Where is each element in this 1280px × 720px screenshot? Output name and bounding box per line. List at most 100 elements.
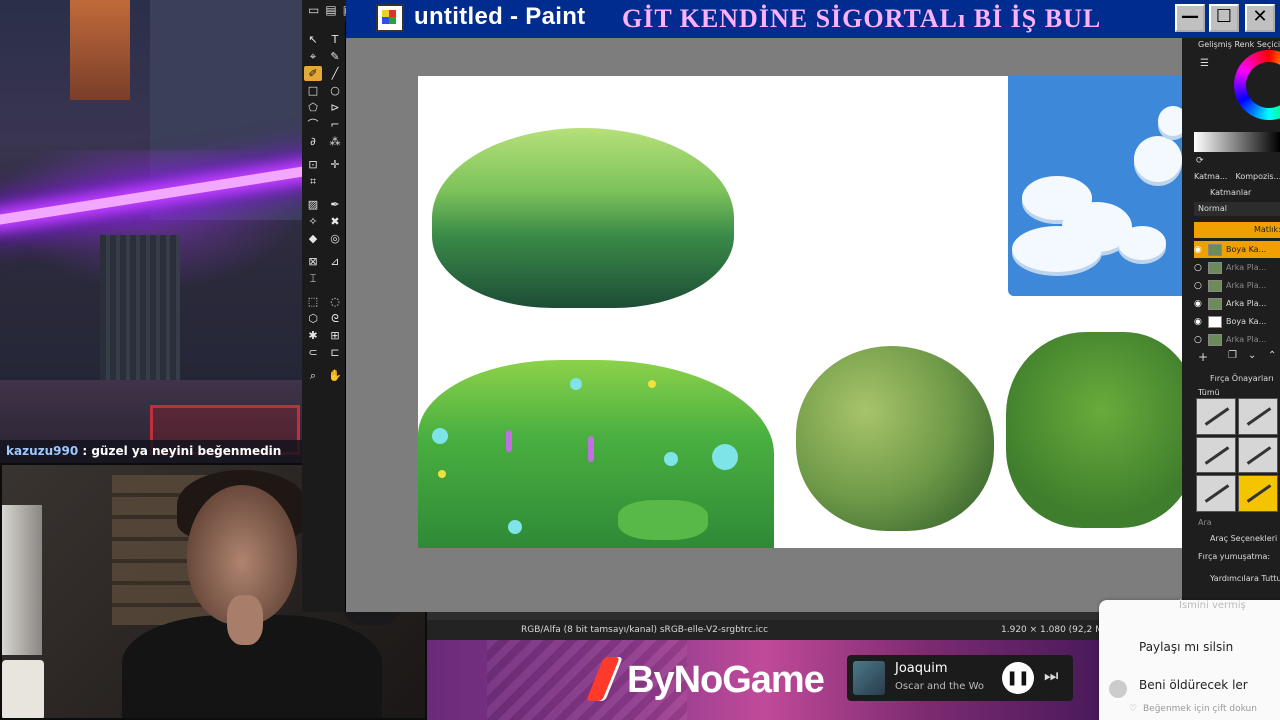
paint-app-icon (376, 4, 404, 32)
scroll-strip[interactable] (427, 612, 1182, 620)
text-tool-icon[interactable]: T (326, 32, 344, 47)
ellipse-tool-icon[interactable]: ○ (326, 83, 344, 98)
layer-row[interactable]: ○ Arka Pla... (1194, 331, 1280, 348)
similar-select-icon[interactable]: ⊞ (326, 328, 344, 343)
brush-tool-icon[interactable]: ✐ (304, 66, 322, 81)
shutter (100, 235, 180, 385)
popup-item-1[interactable]: Paylaşı mı silsin (1139, 640, 1233, 654)
popup-item-2[interactable]: Beni öldürecek ler (1139, 678, 1248, 692)
layer-thumbnail (1208, 315, 1222, 328)
calligraphy-icon[interactable]: ✎ (326, 49, 344, 64)
smart-patch-icon[interactable]: ✖ (326, 214, 344, 229)
brush-search[interactable]: Ara (1198, 518, 1212, 527)
layer-row[interactable]: ◉ Boya Ka... (1194, 313, 1280, 330)
rect-select-icon[interactable]: ⬚ (304, 294, 322, 309)
rectangle-tool-icon[interactable]: □ (304, 83, 322, 98)
contiguous-select-icon[interactable]: ✱ (304, 328, 322, 343)
minimize-button[interactable]: — (1175, 4, 1205, 32)
next-track-icon[interactable]: ⏭ (1044, 666, 1058, 686)
tab-layers[interactable]: Katma... (1194, 172, 1227, 186)
dynamic-brush-icon[interactable]: ∂ (304, 134, 322, 149)
open-folder-icon[interactable]: ▤ (325, 3, 336, 19)
assistant-icon[interactable]: ⊠ (304, 254, 322, 269)
polyline-tool-icon[interactable]: ⊳ (326, 100, 344, 115)
line-tool-icon[interactable]: ╱ (326, 66, 344, 81)
freehand-select-icon[interactable]: ᘓ (326, 311, 344, 326)
freehand-path-icon[interactable]: ⌐ (326, 117, 344, 132)
eye-icon[interactable]: ◉ (1194, 299, 1204, 309)
move-down-icon[interactable]: ⌄ (1248, 350, 1256, 361)
layer-name: Arka Pla... (1226, 263, 1267, 272)
brush-preset[interactable] (1238, 398, 1278, 435)
enclose-fill-icon[interactable]: ◎ (326, 231, 344, 246)
bezier-tool-icon[interactable]: ⌒ (304, 117, 322, 132)
value-slider[interactable] (1194, 132, 1280, 152)
status-bar: RGB/Alfa (8 bit tamsayı/kanal) sRGB-elle… (427, 620, 1182, 640)
webcam-window-light (2, 505, 42, 655)
eye-icon[interactable]: ○ (1194, 263, 1204, 273)
eye-icon[interactable]: ◉ (1194, 317, 1204, 327)
add-layer-icon[interactable]: + (1198, 350, 1208, 364)
multibrush-icon[interactable]: ⁂ (326, 134, 344, 149)
song-artist: Oscar and the Wo (895, 681, 984, 692)
context-popup: İsmini vermiş Paylaşı mı silsin Beni öld… (1099, 600, 1280, 720)
color-wheel[interactable] (1234, 50, 1280, 120)
screen: kazuzu990 : güzel ya neyini beğenmedin ↖… (0, 0, 1280, 720)
drawing-canvas[interactable] (418, 76, 1182, 548)
duplicate-layer-icon[interactable]: ❐ (1228, 350, 1237, 361)
blend-mode-select[interactable]: Normal (1194, 202, 1280, 216)
brush-preset[interactable] (1238, 436, 1278, 474)
brush-preset-selected[interactable] (1238, 475, 1278, 512)
color-picker-icon[interactable]: ✒ (326, 197, 344, 212)
pan-icon[interactable]: ✋ (326, 368, 344, 383)
pause-icon[interactable]: ❚❚ (1002, 662, 1034, 694)
chat-username: kazuzu990 (6, 444, 79, 458)
move-icon[interactable]: ✛ (326, 157, 344, 172)
crop-icon[interactable]: ⌗ (304, 174, 322, 189)
opacity-slider[interactable]: Matlık: 100 (1194, 222, 1280, 238)
blank-tool-2 (326, 271, 344, 286)
tab-compositions[interactable]: Kompozis... (1235, 172, 1280, 186)
polygon-select-icon[interactable]: ⬡ (304, 311, 322, 326)
sky-painting (1008, 76, 1182, 296)
move-up-icon[interactable]: ⌃ (1268, 350, 1276, 361)
eye-icon[interactable]: ◉ (1194, 245, 1204, 255)
layer-row[interactable]: ◉ Boya Ka... (1194, 241, 1280, 258)
bezier-select-icon[interactable]: ⊂ (304, 345, 322, 360)
measure-icon[interactable]: ⊿ (326, 254, 344, 269)
select-icon[interactable]: ↖ (304, 32, 322, 47)
canvas-workspace[interactable] (346, 38, 1182, 612)
brush-preset[interactable] (1196, 436, 1236, 474)
lit-window (70, 0, 130, 100)
fill-icon[interactable]: ◆ (304, 231, 322, 246)
bynogame-logo: ByNoGame (585, 654, 825, 706)
brush-preset[interactable] (1196, 398, 1236, 435)
close-button[interactable]: ✕ (1245, 4, 1275, 32)
color-format: RGB/Alfa (8 bit tamsayı/kanal) sRGB-elle… (521, 625, 769, 635)
bynogame-logo-text: ByNoGame (627, 658, 825, 701)
gradient-icon[interactable]: ▨ (304, 197, 322, 212)
reference-icon[interactable]: ⌶ (304, 271, 322, 286)
cloud (1158, 106, 1182, 136)
refresh-icon[interactable]: ⟳ (1196, 156, 1204, 166)
layer-row[interactable]: ◉ Arka Pla... (1194, 295, 1280, 312)
edit-shapes-icon[interactable]: ⌖ (304, 49, 322, 64)
zoom-icon[interactable]: ⌕ (304, 368, 322, 383)
layer-row[interactable]: ○ Arka Pla... (1194, 277, 1280, 294)
menu-icon[interactable]: ☰ (1200, 58, 1209, 69)
eye-icon[interactable]: ○ (1194, 281, 1204, 291)
colorize-mask-icon[interactable]: ✧ (304, 214, 322, 229)
blank-tool (326, 174, 344, 189)
layer-name: Arka Pla... (1226, 335, 1267, 344)
magnetic-select-icon[interactable]: ⊏ (326, 345, 344, 360)
ellipse-select-icon[interactable]: ◌ (326, 294, 344, 309)
layer-row[interactable]: ○ Arka Pla... (1194, 259, 1280, 276)
polygon-tool-icon[interactable]: ⬠ (304, 100, 322, 115)
brush-preset[interactable] (1196, 475, 1236, 512)
eye-icon[interactable]: ○ (1194, 335, 1204, 345)
maximize-button[interactable]: ☐ (1209, 4, 1239, 32)
snap-assistants-checkbox[interactable]: Yardımcılara Tuttur (1210, 574, 1280, 583)
new-file-icon[interactable]: ▭ (308, 3, 319, 19)
transform-icon[interactable]: ⊡ (304, 157, 322, 172)
brush-filter[interactable]: Tümü (1198, 388, 1220, 397)
